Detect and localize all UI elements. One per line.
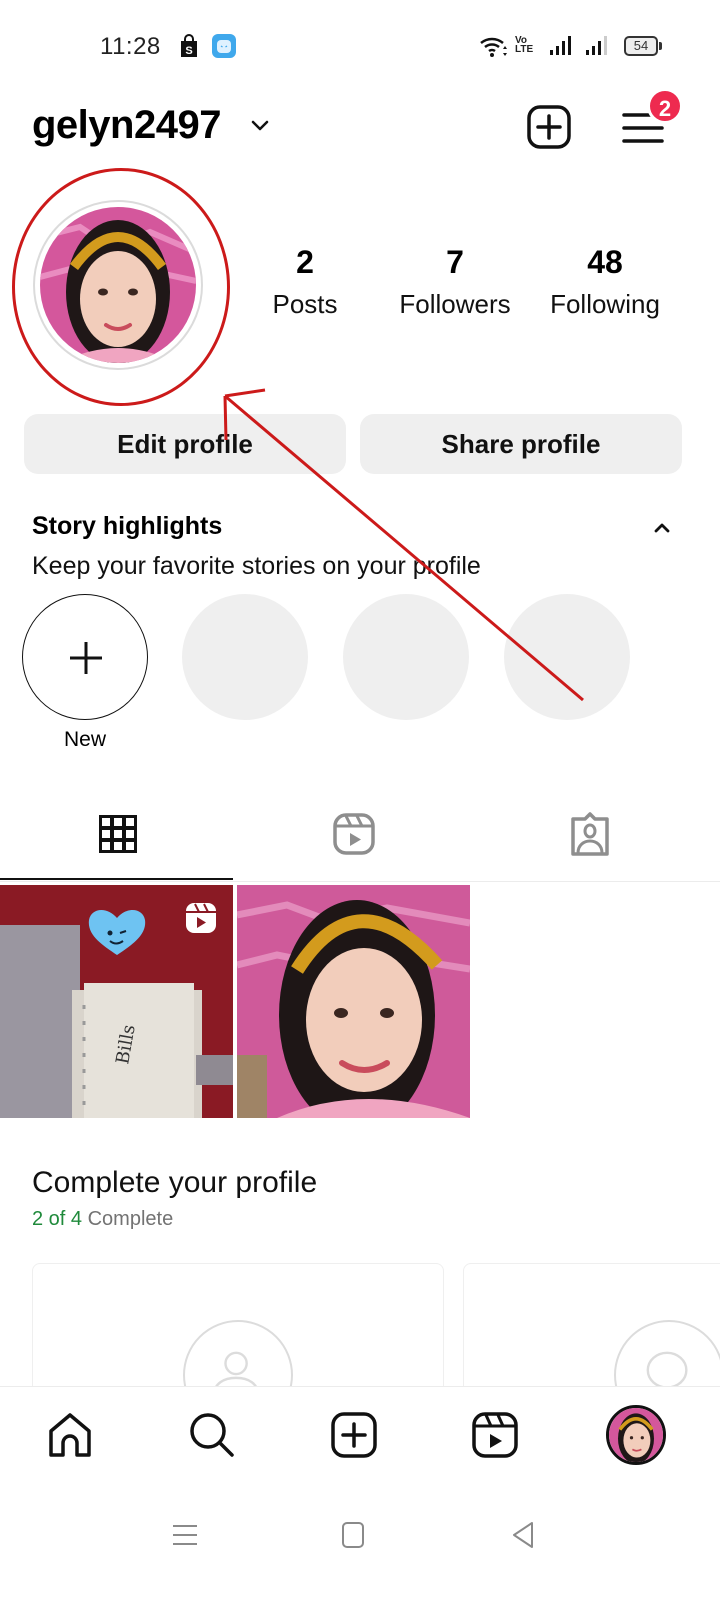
complete-profile-title: Complete your profile: [32, 1166, 318, 1199]
progress-done: 2 of 4: [32, 1208, 83, 1230]
progress-rest: Complete: [82, 1208, 174, 1230]
chevron-up-icon[interactable]: [650, 516, 674, 540]
tagged-icon: [571, 812, 609, 856]
reels-icon: [333, 813, 375, 855]
annotation-circle: [12, 168, 230, 406]
profile-tabs: [0, 800, 720, 882]
tab-tagged[interactable]: [472, 800, 708, 882]
following-count-value: 48: [587, 244, 623, 280]
signal-strength-icon: [550, 36, 571, 55]
complete-profile-progress: 2 of 4 Complete: [32, 1208, 173, 1231]
story-highlights-title: Story highlights: [32, 512, 223, 540]
signal-strength-icon-2: [586, 36, 607, 55]
username-switcher[interactable]: gelyn2497: [32, 103, 221, 148]
shopping-bag-icon: S: [181, 34, 197, 57]
create-button[interactable]: [526, 104, 572, 150]
bottom-navigation: [0, 1386, 720, 1488]
home-button-icon[interactable]: [338, 1518, 368, 1552]
highlight-placeholder: [504, 594, 630, 720]
reel-badge-icon: [186, 903, 216, 933]
highlight-placeholder: [343, 594, 469, 720]
reels-icon[interactable]: [471, 1411, 519, 1459]
following-count[interactable]: 48 Following: [530, 244, 680, 320]
back-button-icon[interactable]: [508, 1518, 538, 1552]
edit-profile-button[interactable]: Edit profile: [24, 414, 346, 474]
highlight-placeholder: [182, 594, 308, 720]
wifi-icon: [480, 37, 507, 57]
followers-count-label: Followers: [399, 289, 511, 319]
profile-tab-avatar[interactable]: [606, 1405, 666, 1465]
new-highlight-label: New: [63, 728, 106, 751]
recent-apps-icon[interactable]: [170, 1518, 200, 1552]
status-bar: 11:28 S Vo LTE 54: [0, 0, 720, 90]
followers-count-value: 7: [446, 244, 464, 280]
new-highlight-button[interactable]: [22, 594, 148, 720]
home-icon[interactable]: [46, 1411, 94, 1459]
tab-reels[interactable]: [236, 800, 472, 882]
grid-icon: [99, 815, 137, 853]
status-time: 11:28: [100, 33, 161, 60]
svg-text:S: S: [185, 45, 192, 57]
system-navigation-bar: [0, 1488, 720, 1600]
battery-tip: [659, 42, 662, 50]
create-icon[interactable]: [330, 1411, 378, 1459]
profile-header: gelyn2497: [0, 95, 720, 165]
search-icon[interactable]: [188, 1411, 236, 1459]
post-thumbnail[interactable]: Bills: [0, 885, 233, 1118]
post-thumbnail[interactable]: [237, 885, 470, 1118]
tab-posts-grid[interactable]: [0, 800, 236, 882]
plus-icon: [70, 642, 102, 674]
battery-indicator: 54: [624, 36, 658, 56]
active-tab-indicator: [0, 878, 233, 880]
posts-count[interactable]: 2 Posts: [230, 244, 380, 320]
share-profile-button[interactable]: Share profile: [360, 414, 682, 474]
app-icon: [212, 34, 236, 58]
posts-count-value: 2: [296, 244, 314, 280]
followers-count[interactable]: 7 Followers: [380, 244, 530, 320]
story-highlights-subtitle: Keep your favorite stories on your profi…: [32, 552, 481, 580]
posts-count-label: Posts: [272, 289, 338, 319]
following-count-label: Following: [550, 289, 660, 319]
chevron-down-icon[interactable]: [248, 113, 272, 137]
notification-badge: 2: [647, 88, 683, 124]
volte-icon: Vo LTE: [515, 35, 534, 55]
post-image-selfie: [237, 885, 470, 1118]
